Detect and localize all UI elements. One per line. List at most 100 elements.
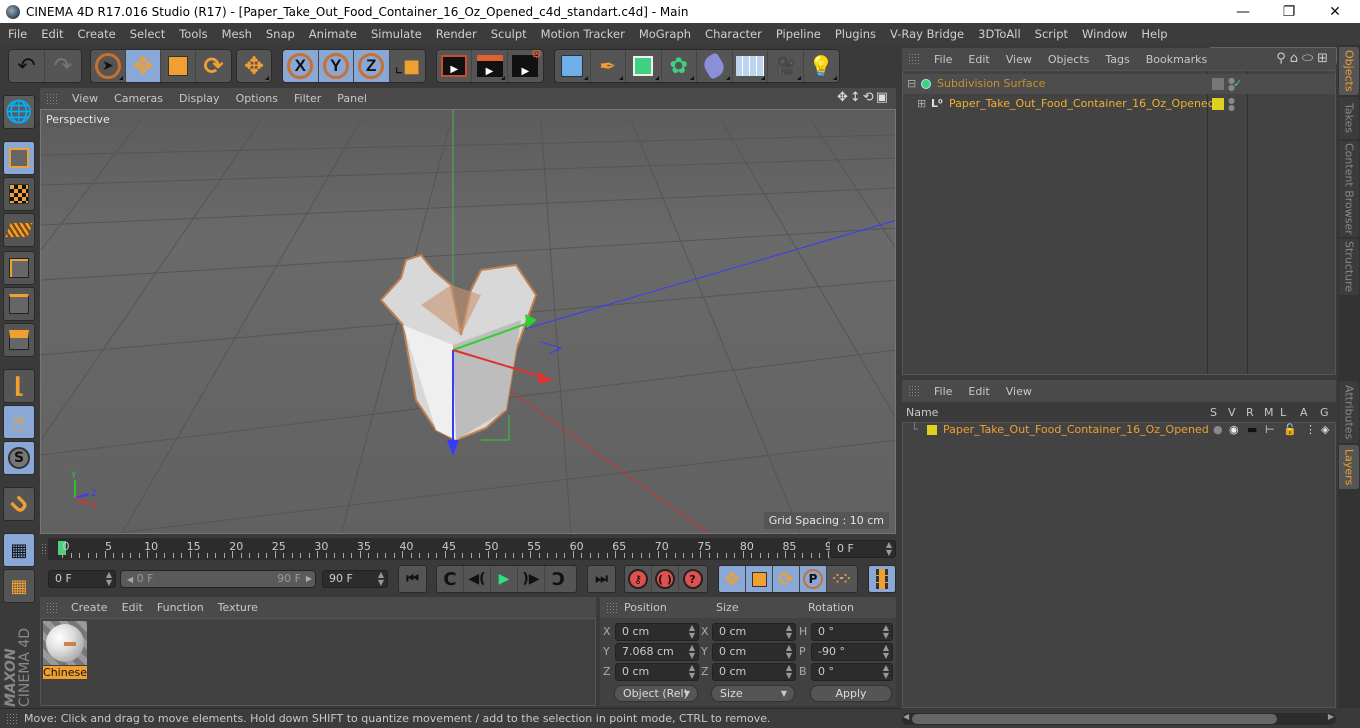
viewport-menu-view[interactable]: View: [64, 92, 106, 105]
menu-edit[interactable]: Edit: [34, 23, 70, 45]
size-mode-dropdown[interactable]: Size ▼: [711, 685, 795, 702]
menu-character[interactable]: Character: [698, 23, 769, 45]
menu-vray-bridge[interactable]: V-Ray Bridge: [883, 23, 971, 45]
object-row[interactable]: ⊟ Subdivision Surface ● ● ✓: [903, 74, 1335, 94]
apply-button[interactable]: Apply: [810, 685, 892, 702]
layers-menu-view[interactable]: View: [998, 385, 1040, 398]
deformer-button[interactable]: [697, 50, 733, 82]
scroll-left-icon[interactable]: ◀: [903, 712, 909, 721]
layer-name[interactable]: Paper_Take_Out_Food_Container_16_Oz_Open…: [943, 420, 1209, 440]
tab-objects[interactable]: Objects: [1339, 47, 1359, 95]
range-right-arrow-icon[interactable]: ▶: [306, 571, 312, 587]
column-solo[interactable]: S: [1210, 406, 1217, 419]
key-scale-button[interactable]: [746, 566, 773, 592]
keyframe-selection-button[interactable]: ?: [679, 566, 706, 592]
column-animation[interactable]: A: [1300, 406, 1308, 419]
panel-grip-icon[interactable]: [908, 53, 920, 65]
menu-3dtoall[interactable]: 3DToAll: [971, 23, 1028, 45]
viewport-menu-options[interactable]: Options: [228, 92, 286, 105]
workplane-mode-button[interactable]: [3, 213, 35, 247]
move-tool-button[interactable]: ✥: [126, 50, 161, 82]
object-name[interactable]: Subdivision Surface: [937, 74, 1045, 94]
panel-grip-icon[interactable]: [46, 92, 58, 105]
material-name[interactable]: Chinese: [43, 666, 87, 679]
objects-menu-edit[interactable]: Edit: [960, 53, 997, 66]
toggle-layout-icon[interactable]: ▣: [876, 90, 890, 105]
menu-file[interactable]: File: [0, 23, 34, 45]
column-manager[interactable]: M: [1264, 406, 1274, 419]
max-time-field[interactable]: 90 F ▲ ▼: [322, 570, 388, 588]
column-generators[interactable]: G: [1320, 406, 1329, 419]
panel-grip-icon[interactable]: [606, 601, 618, 614]
tab-content-browser[interactable]: Content Browser: [1339, 141, 1359, 237]
menu-window[interactable]: Window: [1075, 23, 1134, 45]
viewport-menu-display[interactable]: Display: [171, 92, 228, 105]
objects-menu-tags[interactable]: Tags: [1097, 53, 1137, 66]
camera-label[interactable]: Perspective: [43, 112, 113, 127]
objects-menu-view[interactable]: View: [998, 53, 1040, 66]
menu-animate[interactable]: Animate: [302, 23, 364, 45]
x-axis-lock-button[interactable]: X: [283, 50, 319, 82]
material-menu-edit[interactable]: Edit: [115, 601, 150, 614]
camera-object-button[interactable]: 🎥: [768, 50, 804, 82]
next-key-button[interactable]: Ↄ: [545, 566, 572, 592]
zoom-view-icon[interactable]: ↕: [850, 90, 863, 105]
coordinate-system-button[interactable]: ⌞■: [390, 50, 425, 82]
menu-create[interactable]: Create: [71, 23, 123, 45]
spinner-icon[interactable]: ▲ ▼: [378, 571, 384, 587]
menu-render[interactable]: Render: [429, 23, 484, 45]
eye-icon[interactable]: ◉: [1229, 420, 1239, 440]
scroll-right-icon[interactable]: ▶: [1328, 712, 1334, 721]
redo-button[interactable]: ↷: [45, 50, 81, 82]
axis-mode-button[interactable]: ⌊: [3, 369, 35, 403]
generator-icon[interactable]: ◈: [1321, 420, 1329, 440]
spinner-icon[interactable]: ▲ ▼: [786, 664, 792, 680]
polygons-mode-button[interactable]: [3, 323, 35, 357]
enabled-check-icon[interactable]: ✓: [1233, 74, 1242, 94]
key-position-button[interactable]: ✥: [719, 566, 746, 592]
y-axis-lock-button[interactable]: Y: [318, 50, 354, 82]
menu-select[interactable]: Select: [123, 23, 172, 45]
viewport-menu-panel[interactable]: Panel: [329, 92, 375, 105]
rotation-h-field[interactable]: 0 ° ▲ ▼: [811, 623, 893, 641]
layer-color-swatch[interactable]: [927, 425, 937, 435]
spinner-icon[interactable]: ▲ ▼: [883, 624, 889, 640]
animation-strip-icon[interactable]: ⋮: [1305, 420, 1316, 440]
menu-simulate[interactable]: Simulate: [364, 23, 429, 45]
goto-end-button[interactable]: ⏭: [588, 566, 615, 592]
record-key-button[interactable]: ⚷: [625, 566, 652, 592]
objects-menu-objects[interactable]: Objects: [1040, 53, 1098, 66]
viewport-menu-filter[interactable]: Filter: [286, 92, 329, 105]
unlock-icon[interactable]: 🔓: [1283, 420, 1297, 440]
spinner-icon[interactable]: ▲ ▼: [106, 571, 112, 587]
preview-range-slider[interactable]: ◀ 0 F 90 F ▶: [120, 570, 316, 588]
subdivision-surface-button[interactable]: [626, 50, 662, 82]
panel-grip-icon[interactable]: [908, 385, 920, 397]
layer-color-swatch[interactable]: [1212, 98, 1224, 110]
spinner-icon[interactable]: ▲ ▼: [886, 541, 892, 557]
layer-swatch-icon[interactable]: [1212, 78, 1224, 90]
position-y-field[interactable]: 7.068 cm ▲ ▼: [615, 643, 699, 661]
rotation-b-field[interactable]: 0 ° ▲ ▼: [811, 663, 893, 681]
cloner-button[interactable]: ✿: [662, 50, 697, 82]
tab-layers[interactable]: Layers: [1339, 445, 1359, 489]
rotate-tool-button[interactable]: ⟳: [196, 50, 231, 82]
next-frame-button[interactable]: )▶: [518, 566, 545, 592]
menu-mograph[interactable]: MoGraph: [632, 23, 698, 45]
position-z-field[interactable]: 0 cm ▲ ▼: [615, 663, 699, 681]
menu-plugins[interactable]: Plugins: [828, 23, 883, 45]
key-parameter-button[interactable]: P: [800, 566, 827, 592]
coordinate-mode-dropdown[interactable]: Object (Rel) ▼: [614, 685, 698, 702]
light-object-button[interactable]: 💡: [804, 50, 839, 82]
key-rotation-button[interactable]: ⟳: [773, 566, 800, 592]
manager-tree-icon[interactable]: ⊢: [1265, 420, 1275, 440]
spinner-icon[interactable]: ▲ ▼: [689, 664, 695, 680]
close-button[interactable]: ✕: [1312, 0, 1358, 23]
material-menu-function[interactable]: Function: [150, 601, 211, 614]
maximize-button[interactable]: ❐: [1266, 0, 1312, 23]
prev-frame-button[interactable]: ◀(: [464, 566, 491, 592]
material-menu-texture[interactable]: Texture: [211, 601, 265, 614]
layers-menu-file[interactable]: File: [926, 385, 960, 398]
new-window-icon[interactable]: ⊞: [1317, 51, 1332, 66]
y-handle-arrow[interactable]: [447, 440, 459, 456]
